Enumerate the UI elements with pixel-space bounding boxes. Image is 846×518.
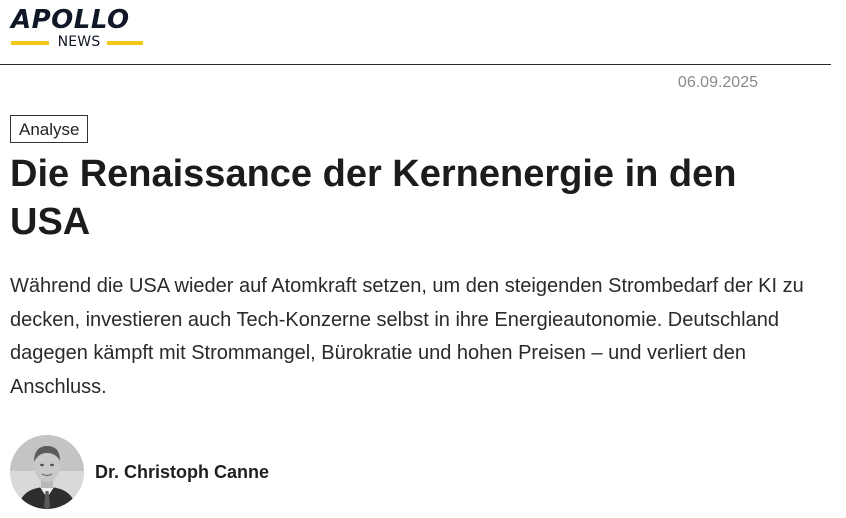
logo-accent-bar-left: [11, 41, 49, 45]
author-byline[interactable]: Dr. Christoph Canne: [10, 435, 269, 509]
logo-subtitle: NEWS: [57, 34, 101, 50]
site-header: APOLLO NEWS: [0, 0, 831, 65]
category-badge[interactable]: Analyse: [10, 115, 89, 143]
article-lead: Während die USA wieder auf Atomkraft set…: [10, 275, 804, 398]
article-date: 06.09.2025: [677, 74, 758, 91]
author-avatar[interactable]: [10, 435, 84, 509]
logo-wordmark: APOLLO: [11, 5, 130, 35]
author-portrait-icon: [10, 435, 84, 509]
article-title: Die Renaissance der Kernenergie in den U…: [10, 153, 737, 243]
apollo-news-logo[interactable]: APOLLO NEWS: [11, 5, 145, 55]
author-name[interactable]: Dr. Christoph Canne: [95, 461, 269, 483]
logo-accent-bar-right: [107, 41, 143, 45]
article-page: APOLLO NEWS 06.09.2025 Analyse Die Renai…: [0, 0, 846, 518]
